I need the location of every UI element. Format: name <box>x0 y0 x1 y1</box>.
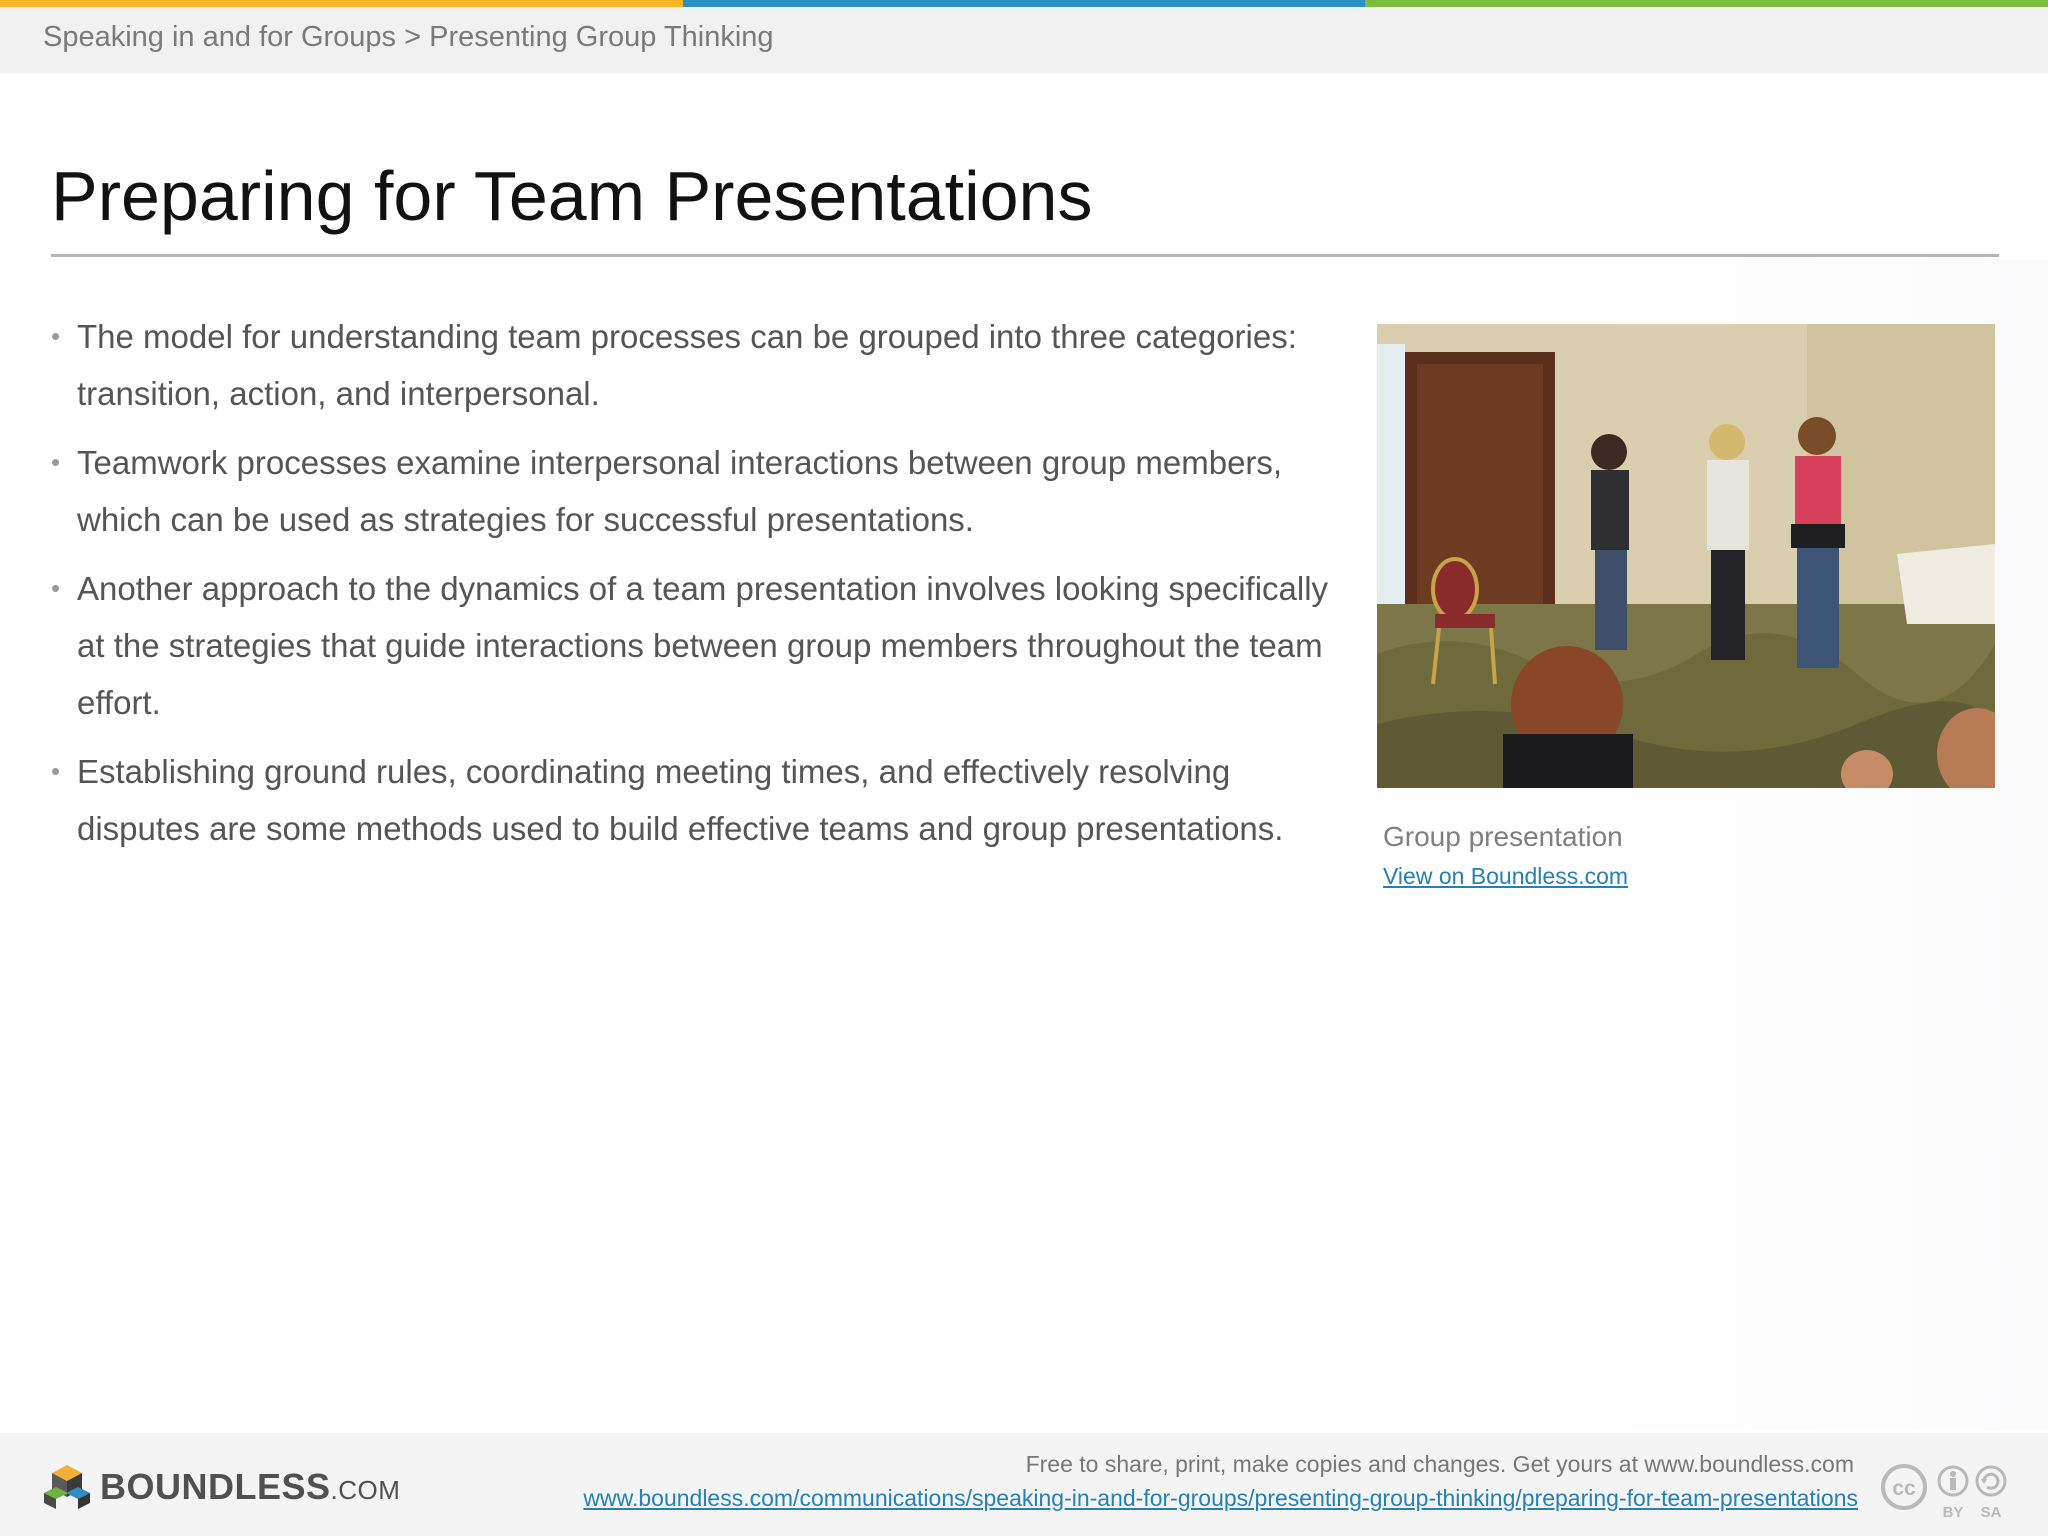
bullet-dot-icon: • <box>51 756 61 786</box>
bullet-item: • Another approach to the dynamics of a t… <box>51 560 1341 731</box>
top-color-stripe <box>0 0 2048 7</box>
stripe-orange <box>0 0 683 7</box>
breadcrumb: Speaking in and for Groups > Presenting … <box>43 21 774 53</box>
bullet-dot-icon: • <box>51 321 61 351</box>
logo-suffix: .COM <box>330 1475 401 1505</box>
boundless-logo[interactable]: BOUNDLESS.COM <box>42 1463 400 1511</box>
share-notice: Free to share, print, make copies and ch… <box>1025 1451 1854 1477</box>
bullet-item: • Establishing ground rules, coordinating… <box>51 743 1341 857</box>
breadcrumb-bar: Speaking in and for Groups > Presenting … <box>0 7 2048 73</box>
stripe-blue <box>682 0 1366 7</box>
bullet-item: • The model for understanding team proces… <box>51 308 1341 422</box>
footer: BOUNDLESS.COM Free to share, print, make… <box>0 1433 2048 1536</box>
group-presentation-photo <box>1377 324 1995 788</box>
logo-wordmark: BOUNDLESS.COM <box>100 1466 400 1508</box>
figure-caption: Group presentation <box>1383 821 1623 852</box>
by-label: BY <box>1943 1504 1964 1521</box>
bullet-dot-icon: • <box>51 447 61 477</box>
creative-commons-license-icon[interactable]: cc BY SA <box>1880 1463 2012 1525</box>
boundless-cube-icon <box>44 1465 90 1509</box>
bullet-item: • Teamwork processes examine interpersona… <box>51 434 1341 548</box>
stripe-green <box>1365 0 2048 7</box>
bullet-text: Establishing ground rules, coordinating … <box>77 753 1284 847</box>
bullet-text: Another approach to the dynamics of a te… <box>77 570 1329 721</box>
logo-name: BOUNDLESS <box>100 1466 331 1507</box>
bullet-dot-icon: • <box>51 573 61 603</box>
slide-title: Preparing for Team Presentations <box>51 157 1093 235</box>
bullet-list: • The model for understanding team proces… <box>51 308 1341 869</box>
view-on-boundless-link[interactable]: View on Boundless.com <box>1383 863 1628 890</box>
bullet-text: Teamwork processes examine interpersonal… <box>77 444 1283 538</box>
sa-label: SA <box>1981 1504 2002 1521</box>
bullet-text: The model for understanding team process… <box>77 318 1297 412</box>
cc-mark: cc <box>1892 1477 1916 1500</box>
source-url-link[interactable]: www.boundless.com/communications/speakin… <box>583 1485 1858 1512</box>
title-divider <box>51 254 1999 257</box>
